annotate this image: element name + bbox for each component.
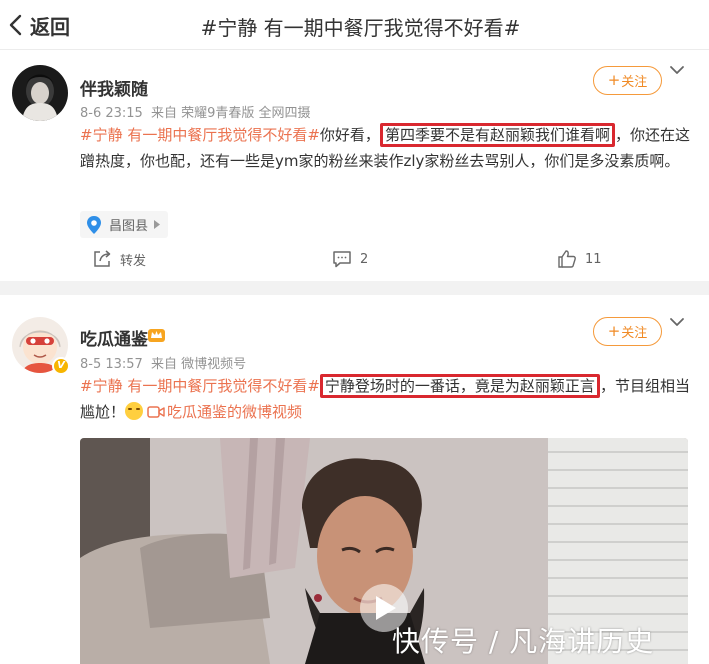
repost-button[interactable]: 转发 — [92, 249, 146, 269]
like-button[interactable]: 11 — [557, 249, 602, 269]
topic-link[interactable]: #宁静 有一期中餐厅我觉得不好看# — [80, 126, 320, 144]
post-time: 8-6 23:15 — [80, 106, 143, 121]
comment-count: 2 — [360, 251, 369, 267]
top-nav-bar: 返回 #宁静 有一期中餐厅我觉得不好看# — [0, 0, 709, 50]
location-label: 昌图县 — [109, 219, 149, 234]
caret-right-icon — [154, 220, 161, 229]
comment-button[interactable]: 2 — [332, 249, 368, 269]
comment-icon — [333, 251, 351, 268]
weibo-post: V 吃瓜通鉴 8-5 13:57 来自 微博视频号 + 关注 #宁静 有一期中餐… — [0, 295, 709, 664]
post-source: 来自 微博视频号 — [150, 357, 247, 372]
post-meta: 8-5 13:57 来自 微博视频号 — [80, 353, 250, 372]
video-link[interactable]: 吃瓜通鉴的微博视频 — [167, 403, 302, 421]
like-count: 11 — [585, 251, 602, 267]
highlighted-text: 第四季要不是有赵丽颖我们谁看啊 — [379, 123, 615, 147]
follow-label: 关注 — [621, 326, 648, 341]
post-content: #宁静 有一期中餐厅我觉得不好看# 宁静登场时的一番话，竟是为赵丽颖正言 ，节目组相… — [80, 373, 695, 425]
video-camera-icon — [147, 406, 165, 418]
post-meta: 8-6 23:15 来自 荣耀9青春版 全网四摄 — [80, 102, 315, 121]
vip-crown-icon — [148, 329, 165, 342]
like-icon — [558, 250, 576, 268]
repost-label: 转发 — [120, 253, 147, 269]
follow-button[interactable]: + 关注 — [593, 317, 662, 346]
verified-badge: V — [52, 357, 70, 375]
chevron-down-icon[interactable] — [668, 313, 686, 331]
username[interactable]: 吃瓜通鉴 — [80, 325, 148, 350]
username[interactable]: 伴我颖随 — [80, 75, 148, 100]
watermark-text: 快传号 / 凡海讲历史 — [392, 625, 655, 658]
avatar[interactable] — [12, 65, 68, 121]
plus-icon: + — [607, 71, 621, 89]
repost-icon — [94, 250, 111, 267]
post-source: 来自 荣耀9青春版 全网四摄 — [150, 106, 311, 121]
location-tag[interactable]: 昌图县 — [80, 211, 169, 238]
highlighted-text: 宁静登场时的一番话，竟是为赵丽颖正言 — [319, 374, 600, 398]
page-title: #宁静 有一期中餐厅我觉得不好看# — [200, 16, 521, 40]
post-actions: 转发 2 11 — [0, 247, 709, 279]
follow-label: 关注 — [621, 75, 648, 90]
post-divider — [0, 281, 709, 295]
post-content: #宁静 有一期中餐厅我觉得不好看#你好看， 第四季要不是有赵丽颖我们谁看啊 ，你还在… — [80, 122, 695, 174]
location-pin-icon — [87, 215, 101, 234]
emoji-icon — [125, 402, 144, 420]
plus-icon: + — [607, 322, 621, 340]
follow-button[interactable]: + 关注 — [593, 66, 662, 95]
chevron-down-icon[interactable] — [668, 61, 686, 79]
post-time: 8-5 13:57 — [80, 357, 143, 372]
topic-link[interactable]: #宁静 有一期中餐厅我觉得不好看# — [80, 377, 320, 395]
weibo-post: 伴我颖随 8-6 23:15 来自 荣耀9青春版 全网四摄 + 关注 #宁静 有… — [0, 51, 709, 281]
content-text: 你好看， — [319, 126, 380, 144]
avatar-image — [12, 65, 68, 121]
